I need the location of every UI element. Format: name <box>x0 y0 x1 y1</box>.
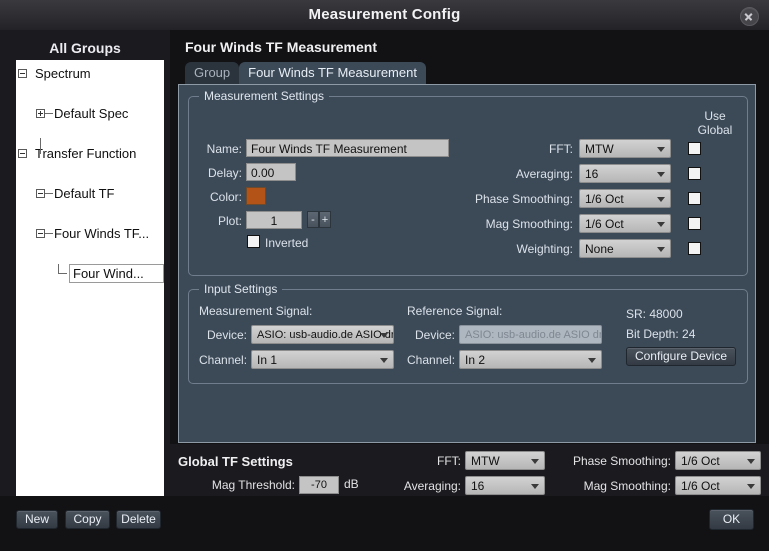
tree-connector <box>45 113 53 114</box>
global-phase-smoothing-select[interactable]: 1/6 Oct <box>675 451 761 470</box>
averaging-use-global-checkbox[interactable] <box>688 167 701 180</box>
plot-input[interactable]: 1 <box>246 211 302 229</box>
phase-smoothing-use-global-checkbox[interactable] <box>688 192 701 205</box>
global-fft-label: FFT: <box>437 454 461 468</box>
fft-select[interactable]: MTW <box>579 139 671 158</box>
reference-channel-select[interactable]: In 2 <box>459 350 602 369</box>
tree-item-default-tf[interactable]: Default TF <box>16 184 164 204</box>
tree-connector <box>58 273 67 274</box>
tree-item-label: Four Wind... <box>73 266 144 281</box>
tree-item-four-winds-measurement[interactable]: Four Wind... <box>16 264 164 284</box>
tree-item-label: Spectrum <box>35 66 91 81</box>
new-button[interactable]: New <box>16 510 58 529</box>
groups-tree[interactable]: Spectrum Default Spec Transfer Function … <box>16 60 164 525</box>
averaging-label: Averaging: <box>515 167 573 181</box>
copy-button[interactable]: Copy <box>65 510 110 529</box>
tree-item-label: Transfer Function <box>35 146 137 161</box>
fft-label: FFT: <box>549 142 573 156</box>
configure-device-button[interactable]: Configure Device <box>626 347 736 366</box>
inverted-checkbox[interactable] <box>247 235 260 248</box>
ok-button[interactable]: OK <box>709 509 754 530</box>
phase-smoothing-select[interactable]: 1/6 Oct <box>579 189 671 208</box>
measurement-settings-group: Measurement Settings Use Global Name: Fo… <box>188 89 748 276</box>
expand-toggle-icon[interactable] <box>36 109 45 118</box>
global-tf-settings-title: Global TF Settings <box>178 454 293 469</box>
sidebar-header: All Groups <box>49 40 121 56</box>
use-global-header-line1: Use <box>704 109 726 123</box>
tree-connector <box>40 138 41 154</box>
tab-four-winds-tf-measurement[interactable]: Four Winds TF Measurement <box>239 62 426 85</box>
input-settings-legend: Input Settings <box>199 282 283 296</box>
measurement-signal-label: Measurement Signal: <box>199 304 313 318</box>
global-averaging-select[interactable]: 16 <box>465 476 545 495</box>
window-title: Measurement Config <box>308 6 461 23</box>
weighting-label: Weighting: <box>516 242 573 256</box>
use-global-header-line2: Global <box>697 123 733 137</box>
measurement-config-card: Measurement Settings Use Global Name: Fo… <box>178 84 756 443</box>
window-title-bar: Measurement Config <box>0 0 769 31</box>
color-swatch[interactable] <box>246 187 266 205</box>
measurement-channel-label: Channel: <box>199 353 248 367</box>
delete-button[interactable]: Delete <box>116 510 161 529</box>
weighting-select[interactable]: None <box>579 239 671 258</box>
plot-increment-button[interactable]: + <box>319 211 331 228</box>
reference-device-select: ASIO: usb-audio.de ASIO dr... <box>459 325 602 344</box>
tree-item-transfer-function[interactable]: Transfer Function <box>16 144 164 164</box>
global-averaging-label: Averaging: <box>403 479 461 493</box>
mag-smoothing-select[interactable]: 1/6 Oct <box>579 214 671 233</box>
color-label: Color: <box>209 190 242 204</box>
collapse-toggle-icon[interactable] <box>18 69 27 78</box>
reference-device-label: Device: <box>414 328 455 342</box>
delay-label: Delay: <box>207 166 242 180</box>
config-content: Four Winds TF Measurement Group Four Win… <box>170 30 769 551</box>
tree-connector <box>45 193 53 194</box>
dialog-footer: New Copy Delete OK <box>0 496 769 551</box>
collapse-toggle-icon[interactable] <box>36 229 45 238</box>
averaging-select[interactable]: 16 <box>579 164 671 183</box>
name-label: Name: <box>206 142 242 156</box>
tab-bar: Group Four Winds TF Measurement <box>185 62 426 85</box>
mag-threshold-label: Mag Threshold: <box>211 478 295 492</box>
collapse-toggle-icon[interactable] <box>18 149 27 158</box>
mag-threshold-input[interactable]: -70 <box>299 476 339 494</box>
groups-sidebar: All Groups Spectrum Default Spec Transfe… <box>0 30 170 551</box>
mag-smoothing-label: Mag Smoothing: <box>485 217 573 231</box>
plot-decrement-button[interactable]: - <box>307 211 319 228</box>
measurement-channel-select[interactable]: In 1 <box>251 350 394 369</box>
close-icon[interactable] <box>740 7 759 26</box>
tree-item-spectrum[interactable]: Spectrum <box>16 64 164 84</box>
global-mag-smoothing-label: Mag Smoothing: <box>583 479 671 493</box>
collapse-toggle-icon[interactable] <box>36 189 45 198</box>
phase-smoothing-label: Phase Smoothing: <box>474 192 573 206</box>
reference-signal-label: Reference Signal: <box>407 304 503 318</box>
global-fft-select[interactable]: MTW <box>465 451 545 470</box>
inverted-label: Inverted <box>265 236 309 250</box>
page-title: Four Winds TF Measurement <box>185 39 378 55</box>
tree-item-label: Default TF <box>54 186 115 201</box>
tree-connector <box>45 233 53 234</box>
measurement-device-label: Device: <box>206 328 247 342</box>
tree-item-label: Four Winds TF... <box>54 226 150 241</box>
tree-item-default-spec[interactable]: Default Spec <box>16 104 164 124</box>
weighting-use-global-checkbox[interactable] <box>688 242 701 255</box>
measurement-config-window: Measurement Config All Groups Spectrum D… <box>0 0 769 551</box>
plot-label: Plot: <box>217 214 242 228</box>
bit-depth-text: Bit Depth: 24 <box>626 327 696 341</box>
tree-item-four-winds-tf-group[interactable]: Four Winds TF... <box>16 224 164 244</box>
tab-group[interactable]: Group <box>185 62 240 85</box>
sample-rate-text: SR: 48000 <box>626 307 683 321</box>
global-phase-smoothing-label: Phase Smoothing: <box>572 454 671 468</box>
delay-input[interactable]: 0.00 <box>246 163 296 181</box>
input-settings-group: Input Settings Measurement Signal: Refer… <box>188 282 748 384</box>
measurement-device-select[interactable]: ASIO: usb-audio.de ASIO dr... <box>251 325 394 344</box>
tree-item-label: Default Spec <box>54 106 129 121</box>
mag-threshold-unit: dB <box>344 477 359 491</box>
measurement-settings-legend: Measurement Settings <box>199 89 330 103</box>
fft-use-global-checkbox[interactable] <box>688 142 701 155</box>
mag-smoothing-use-global-checkbox[interactable] <box>688 217 701 230</box>
global-mag-smoothing-select[interactable]: 1/6 Oct <box>675 476 761 495</box>
reference-channel-label: Channel: <box>407 353 456 367</box>
